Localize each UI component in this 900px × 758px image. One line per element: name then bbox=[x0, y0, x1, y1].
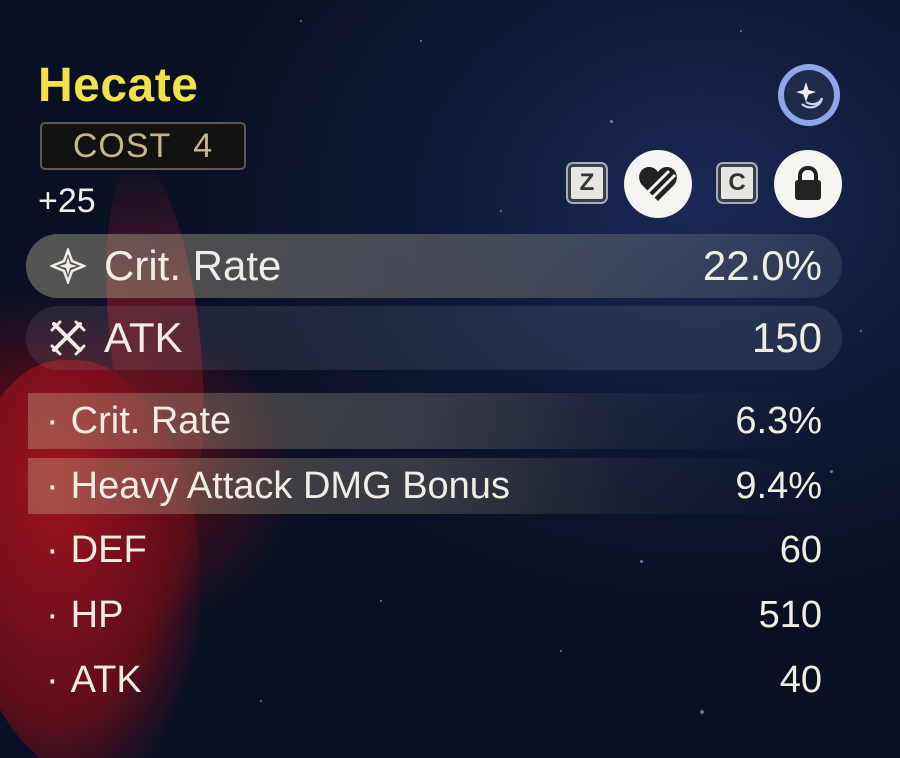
sub-stat-label: DEF bbox=[70, 528, 147, 571]
main-stat-label: ATK bbox=[104, 314, 183, 361]
main-stat-value: 150 bbox=[751, 314, 822, 361]
sub-stat-label: Crit. Rate bbox=[70, 399, 232, 442]
sub-stat-label: ATK bbox=[70, 658, 142, 701]
sub-stat-value: 9.4% bbox=[735, 464, 822, 507]
sub-stat-value: 60 bbox=[779, 528, 822, 571]
cost-badge: COST 4 bbox=[40, 122, 246, 170]
bullet: · bbox=[46, 593, 59, 636]
lock-button[interactable] bbox=[774, 150, 842, 218]
main-stat-label: Crit. Rate bbox=[104, 242, 282, 289]
cost-label: COST bbox=[72, 126, 172, 165]
cost-value: 4 bbox=[193, 126, 214, 165]
main-stat-row-crit-rate: Crit. Rate 22.0% bbox=[26, 234, 842, 298]
lock-icon bbox=[795, 166, 821, 200]
bullet: · bbox=[46, 464, 59, 507]
bullet: · bbox=[46, 658, 59, 701]
discard-hotkey-badge: Z bbox=[566, 162, 608, 204]
echo-name: Hecate bbox=[38, 59, 199, 112]
sonata-effect-button[interactable] bbox=[778, 64, 840, 126]
sub-stat-label: Heavy Attack DMG Bonus bbox=[70, 464, 510, 507]
echo-level: +25 bbox=[38, 182, 96, 220]
sparkle-icon bbox=[784, 70, 834, 120]
sub-stat-row-def: · DEF 60 bbox=[28, 522, 822, 578]
sub-stat-value: 510 bbox=[758, 593, 822, 636]
atk-icon bbox=[48, 318, 88, 358]
discard-heart-icon bbox=[639, 167, 677, 201]
sub-stat-row-atk: · ATK 40 bbox=[28, 652, 822, 708]
main-stat-value: 22.0% bbox=[702, 242, 822, 289]
sub-stat-value: 40 bbox=[779, 658, 822, 701]
sub-stat-row-crit-rate: · Crit. Rate 6.3% bbox=[28, 393, 822, 449]
sub-stat-label: HP bbox=[70, 593, 124, 636]
crit-rate-icon bbox=[48, 246, 88, 286]
bullet: · bbox=[46, 399, 59, 442]
main-stat-row-atk: ATK 150 bbox=[26, 306, 842, 370]
lock-hotkey-badge: C bbox=[716, 162, 758, 204]
discard-button[interactable] bbox=[624, 150, 692, 218]
sub-stat-value: 6.3% bbox=[735, 399, 822, 442]
bullet: · bbox=[46, 528, 59, 571]
sub-stat-row-heavy-attack: · Heavy Attack DMG Bonus 9.4% bbox=[28, 458, 822, 514]
sub-stat-row-hp: · HP 510 bbox=[28, 587, 822, 643]
